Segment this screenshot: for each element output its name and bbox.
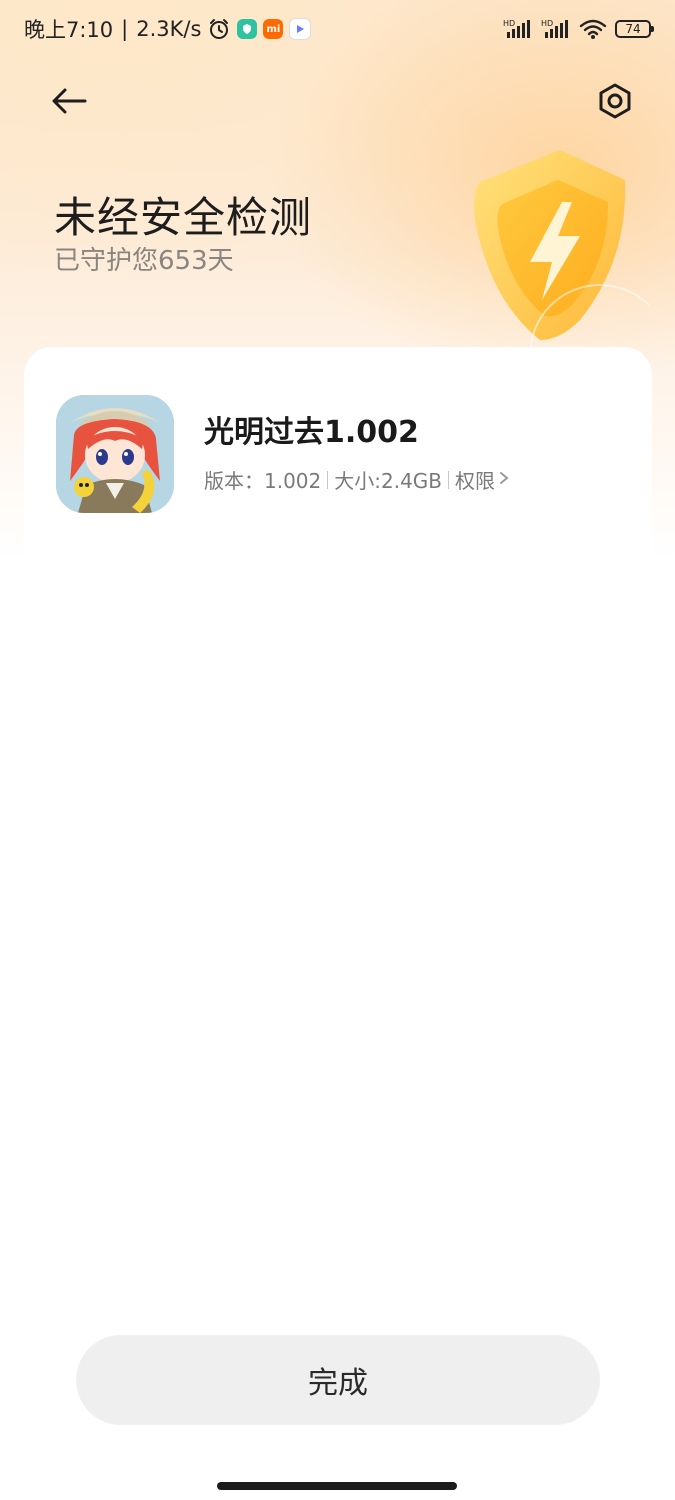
app-row: 光明过去1.002 版本：1.002 大小:2.4GB 权限 [56, 395, 509, 513]
wifi-icon [579, 18, 607, 40]
app-info: 光明过去1.002 版本：1.002 大小:2.4GB 权限 [204, 407, 509, 494]
page-title: 未经安全检测 [54, 193, 313, 242]
network-speed: 2.3K/s [136, 17, 202, 41]
status-separator: | [121, 17, 129, 41]
settings-icon [596, 82, 634, 124]
home-indicator[interactable] [217, 1482, 457, 1490]
status-right: HD HD 74 [503, 18, 654, 40]
svg-text:HD: HD [541, 19, 553, 28]
chevron-right-icon [499, 469, 509, 490]
back-button[interactable] [44, 78, 94, 128]
status-left: 晚上7:10 | 2.3K/s mi [24, 14, 312, 44]
done-button[interactable]: 完成 [76, 1335, 600, 1425]
alarm-icon [207, 17, 231, 41]
hd-signal-icon: HD [503, 18, 533, 40]
app-version: 版本：1.002 [204, 469, 322, 493]
app-card: 光明过去1.002 版本：1.002 大小:2.4GB 权限 [24, 347, 652, 1500]
protection-days: 已守护您653天 [54, 246, 234, 276]
meta-divider [448, 470, 450, 489]
hd-signal-icon: HD [541, 18, 571, 40]
app-name: 光明过去1.002 [204, 415, 419, 450]
battery-level: 74 [625, 22, 641, 36]
shield-illustration [450, 140, 671, 426]
permissions-label: 权限 [455, 469, 496, 493]
battery-icon: 74 [615, 20, 654, 38]
status-time: 晚上7:10 [24, 18, 114, 42]
app-icon [56, 395, 174, 513]
shield-lightning-icon [474, 150, 671, 426]
play-app-icon [289, 18, 312, 40]
security-app-icon [237, 19, 258, 39]
app-size: 大小:2.4GB [334, 469, 443, 493]
settings-button[interactable] [590, 78, 640, 128]
app-meta: 版本：1.002 大小:2.4GB 权限 [204, 465, 509, 494]
back-arrow-icon [49, 86, 89, 120]
svg-text:HD: HD [503, 19, 515, 28]
status-bar: 晚上7:10 | 2.3K/s mi HD HD 74 [0, 0, 675, 58]
mi-app-icon: mi [263, 19, 284, 39]
screen: 晚上7:10 | 2.3K/s mi HD HD 74 未经安全检测 已守护您6… [0, 0, 675, 1500]
permissions-link[interactable]: 权限 [455, 465, 509, 494]
meta-divider [327, 470, 329, 489]
